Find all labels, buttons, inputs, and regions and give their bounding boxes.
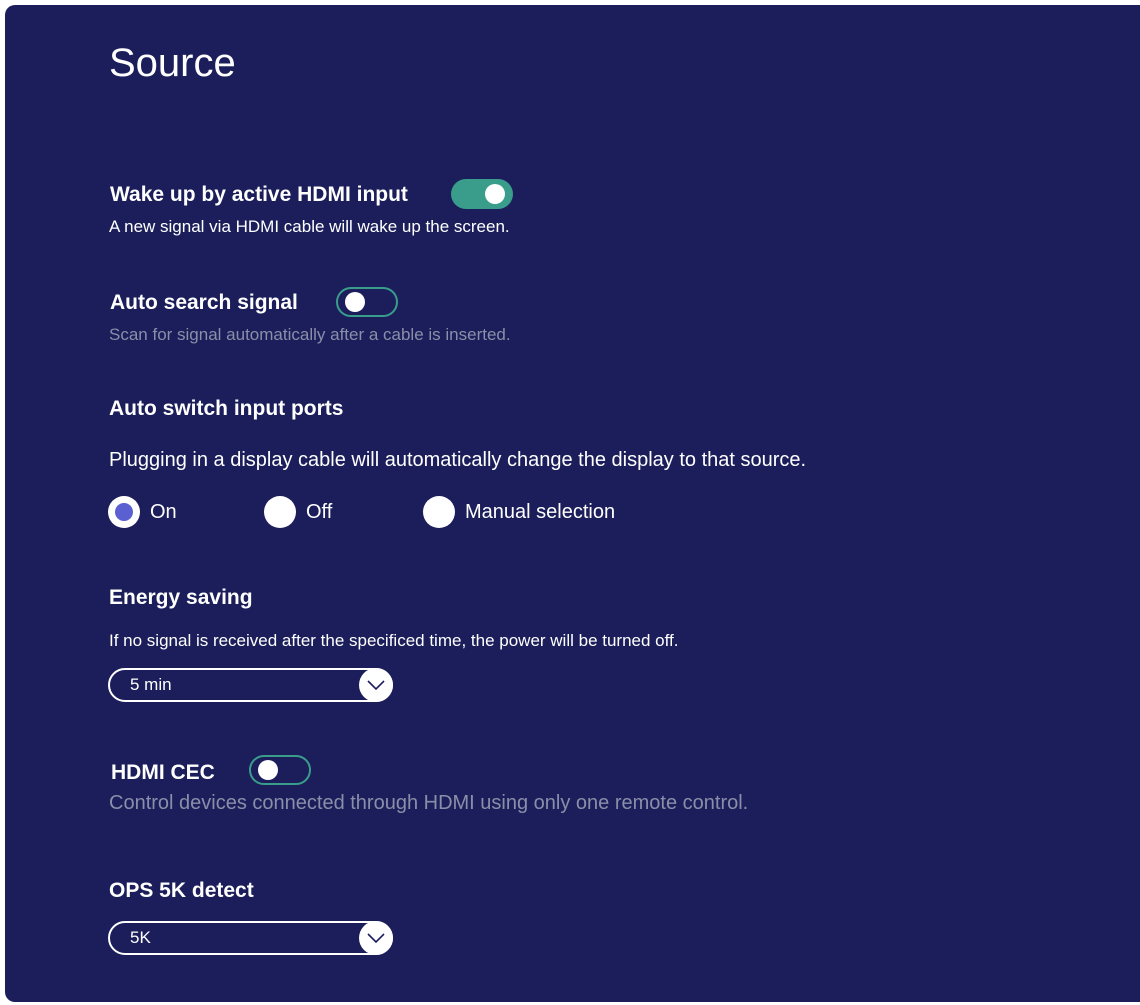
auto-search-title: Auto search signal bbox=[110, 291, 298, 314]
radio-manual-selection[interactable]: Manual selection bbox=[423, 496, 615, 528]
radio-on[interactable]: On bbox=[108, 496, 177, 528]
ops-5k-dropdown[interactable]: 5K bbox=[108, 921, 393, 955]
energy-saving-title: Energy saving bbox=[109, 586, 253, 609]
wake-hdmi-title: Wake up by active HDMI input bbox=[110, 183, 408, 206]
chevron-down-icon[interactable] bbox=[359, 921, 393, 955]
energy-saving-value: 5 min bbox=[130, 675, 172, 694]
radio-label-off: Off bbox=[306, 500, 333, 523]
wake-hdmi-toggle[interactable] bbox=[451, 179, 513, 209]
radio-label-manual: Manual selection bbox=[465, 500, 616, 523]
toggle-knob bbox=[485, 184, 505, 204]
radio-button[interactable] bbox=[264, 496, 296, 528]
page-title: Source bbox=[109, 41, 236, 85]
radio-label-on: On bbox=[150, 500, 177, 523]
auto-search-description: Scan for signal automatically after a ca… bbox=[109, 325, 511, 344]
auto-switch-description: Plugging in a display cable will automat… bbox=[109, 449, 807, 471]
chevron-down-icon[interactable] bbox=[359, 668, 393, 702]
auto-search-toggle[interactable] bbox=[336, 287, 398, 317]
radio-button-checked[interactable] bbox=[108, 496, 140, 528]
ops-5k-title: OPS 5K detect bbox=[109, 879, 254, 902]
toggle-knob bbox=[345, 292, 365, 312]
radio-off[interactable]: Off bbox=[264, 496, 332, 528]
source-settings-panel: Source Wake up by active HDMI input A ne… bbox=[5, 5, 1140, 1002]
radio-button[interactable] bbox=[423, 496, 455, 528]
hdmi-cec-toggle[interactable] bbox=[249, 755, 311, 785]
hdmi-cec-title: HDMI CEC bbox=[111, 761, 215, 784]
wake-hdmi-description: A new signal via HDMI cable will wake up… bbox=[109, 217, 510, 236]
energy-saving-description: If no signal is received after the speci… bbox=[109, 631, 679, 650]
toggle-knob bbox=[258, 760, 278, 780]
auto-switch-title: Auto switch input ports bbox=[109, 397, 344, 420]
hdmi-cec-description: Control devices connected through HDMI u… bbox=[109, 792, 749, 814]
energy-saving-dropdown[interactable]: 5 min bbox=[108, 668, 393, 702]
ops-5k-value: 5K bbox=[130, 928, 151, 947]
